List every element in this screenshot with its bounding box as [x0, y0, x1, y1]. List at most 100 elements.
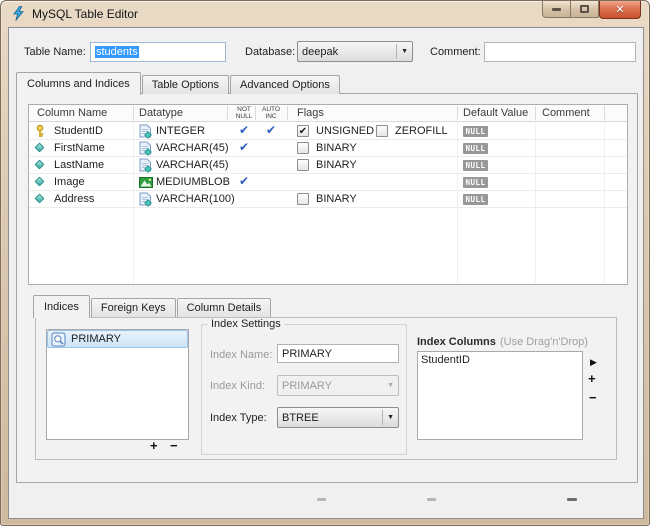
index-type-dropdown[interactable]: BTREE ▼	[277, 407, 399, 428]
list-item[interactable]: StudentID	[418, 352, 582, 368]
column-diamond-icon	[33, 141, 48, 156]
chevron-down-icon: ▼	[387, 414, 394, 421]
dropdown-separator	[382, 410, 384, 425]
index-kind-label: Index Kind:	[210, 380, 266, 392]
datatype-cell: MEDIUMBLOB	[156, 176, 230, 188]
not-null-check-icon[interactable]: ✔	[232, 140, 256, 154]
table-row[interactable]: Image MEDIUMBLOB ✔ NULL	[29, 174, 627, 191]
column-name-cell: FirstName	[54, 142, 105, 154]
index-name: PRIMARY	[71, 333, 121, 345]
database-label: Database:	[245, 46, 296, 58]
window-title: MySQL Table Editor	[32, 7, 139, 21]
bottom-mark	[567, 498, 577, 501]
datatype-cell: INTEGER	[156, 125, 205, 137]
remove-column-button[interactable]: −	[589, 391, 597, 404]
database-dropdown[interactable]: deepak ▼	[297, 41, 413, 62]
index-name-input[interactable]: PRIMARY	[277, 344, 399, 363]
maximize-button[interactable]	[571, 1, 599, 18]
default-value-badge[interactable]: NULL	[463, 126, 488, 137]
binary-checkbox[interactable]	[297, 142, 309, 154]
column-diamond-icon	[33, 192, 48, 207]
maximize-icon	[580, 5, 589, 13]
tab-table-options[interactable]: Table Options	[141, 75, 229, 94]
add-index-button[interactable]: +	[150, 439, 158, 452]
chevron-down-icon: ▼	[387, 382, 394, 389]
bottom-mark	[427, 498, 436, 501]
index-kind-dropdown[interactable]: PRIMARY ▼	[277, 375, 399, 396]
header-auto-inc: AUTO INC	[262, 106, 280, 120]
tab-foreign-keys[interactable]: Foreign Keys	[90, 298, 176, 317]
table-row[interactable]: Address VARCHAR(100) BINARY NULL	[29, 191, 627, 208]
tab-column-details[interactable]: Column Details	[176, 298, 272, 317]
tab-indices[interactable]: Indices	[33, 295, 90, 318]
default-value-badge[interactable]: NULL	[463, 194, 488, 205]
binary-checkbox[interactable]	[297, 193, 309, 205]
column-name-cell: Address	[54, 193, 95, 205]
bottom-mark	[317, 498, 326, 501]
zerofill-checkbox[interactable]	[376, 125, 388, 137]
default-value-badge[interactable]: NULL	[463, 143, 488, 154]
group-title: Index Settings	[208, 318, 284, 330]
tab-advanced-options[interactable]: Advanced Options	[230, 75, 340, 94]
primary-key-icon	[33, 124, 48, 139]
column-name-cell: Image	[54, 176, 85, 188]
columns-grid: Column Name Datatype NOT NULL AUTO INC Fla…	[28, 104, 628, 285]
indices-panel: PRIMARY + − Index Settings Index Name: P…	[35, 317, 617, 460]
table-row[interactable]: StudentID INTEGER ✔ ✔ ✔ UNSIGNED ZEROFIL…	[29, 123, 627, 140]
comment-label: Comment:	[430, 46, 481, 58]
drag-drop-hint: (Use Drag'n'Drop)	[500, 336, 588, 348]
client-area: Table Name: students Database: deepak ▼ …	[8, 27, 644, 519]
column-name-cell: StudentID	[54, 125, 103, 137]
mysql-table-editor-window: MySQL Table Editor ✕ Table Name: student…	[0, 0, 650, 526]
grid-header: Column Name Datatype NOT NULL AUTO INC Fla…	[29, 105, 627, 122]
column-diamond-icon	[33, 158, 48, 173]
close-button[interactable]: ✕	[599, 1, 641, 19]
table-name-label: Table Name:	[24, 46, 86, 58]
chevron-down-icon: ▼	[401, 48, 408, 55]
window-controls: ✕	[542, 1, 641, 19]
dropdown-separator	[396, 44, 398, 59]
datatype-cell: VARCHAR(45)	[156, 142, 229, 154]
minimize-icon	[552, 7, 561, 11]
tab-columns-and-indices[interactable]: Columns and Indices	[16, 72, 141, 95]
database-value: deepak	[302, 45, 339, 58]
binary-checkbox[interactable]	[297, 159, 309, 171]
index-kind-value: PRIMARY	[282, 379, 332, 392]
indices-listbox[interactable]: PRIMARY	[46, 329, 189, 440]
add-column-button[interactable]: +	[588, 372, 596, 385]
datatype-cell: VARCHAR(100)	[156, 193, 235, 205]
table-row[interactable]: FirstName VARCHAR(45) ✔ BINARY NULL	[29, 140, 627, 157]
minimize-button[interactable]	[542, 1, 571, 18]
column-name-cell: LastName	[54, 159, 105, 171]
remove-index-button[interactable]: −	[170, 439, 178, 452]
not-null-check-icon[interactable]: ✔	[232, 123, 256, 137]
index-columns-listbox[interactable]: StudentID	[417, 351, 583, 440]
not-null-check-icon[interactable]: ✔	[232, 174, 256, 188]
table-row[interactable]: LastName VARCHAR(45) BINARY NULL	[29, 157, 627, 174]
header-default-value: Default Value	[463, 107, 529, 119]
header-comment: Comment	[542, 107, 590, 119]
comment-input[interactable]	[484, 42, 636, 62]
header-column-name: Column Name	[37, 107, 108, 119]
mysql-bolt-icon	[11, 6, 26, 21]
table-name-value: students	[95, 46, 139, 58]
header-datatype: Datatype	[139, 107, 184, 119]
index-settings-group: Index Settings Index Name: PRIMARY Index…	[201, 318, 407, 455]
header-flags: Flags	[297, 107, 324, 119]
table-name-input[interactable]: students	[90, 42, 226, 62]
index-columns-label: Index Columns	[417, 336, 496, 348]
flag-label: BINARY	[316, 159, 357, 171]
default-value-badge[interactable]: NULL	[463, 177, 488, 188]
expand-arrow-button[interactable]: ▶	[590, 356, 597, 368]
datatype-cell: VARCHAR(45)	[156, 159, 229, 171]
flag-label: BINARY	[316, 142, 357, 154]
titlebar[interactable]: MySQL Table Editor ✕	[1, 1, 649, 27]
header-not-null: NOT NULL	[235, 106, 253, 120]
column-diamond-icon	[33, 175, 48, 190]
unsigned-checkbox[interactable]: ✔	[297, 125, 309, 137]
default-value-badge[interactable]: NULL	[463, 160, 488, 171]
index-icon	[51, 332, 66, 347]
list-item[interactable]: PRIMARY	[47, 330, 188, 348]
index-column-name: StudentID	[421, 354, 470, 366]
auto-inc-check-icon[interactable]: ✔	[259, 123, 283, 137]
